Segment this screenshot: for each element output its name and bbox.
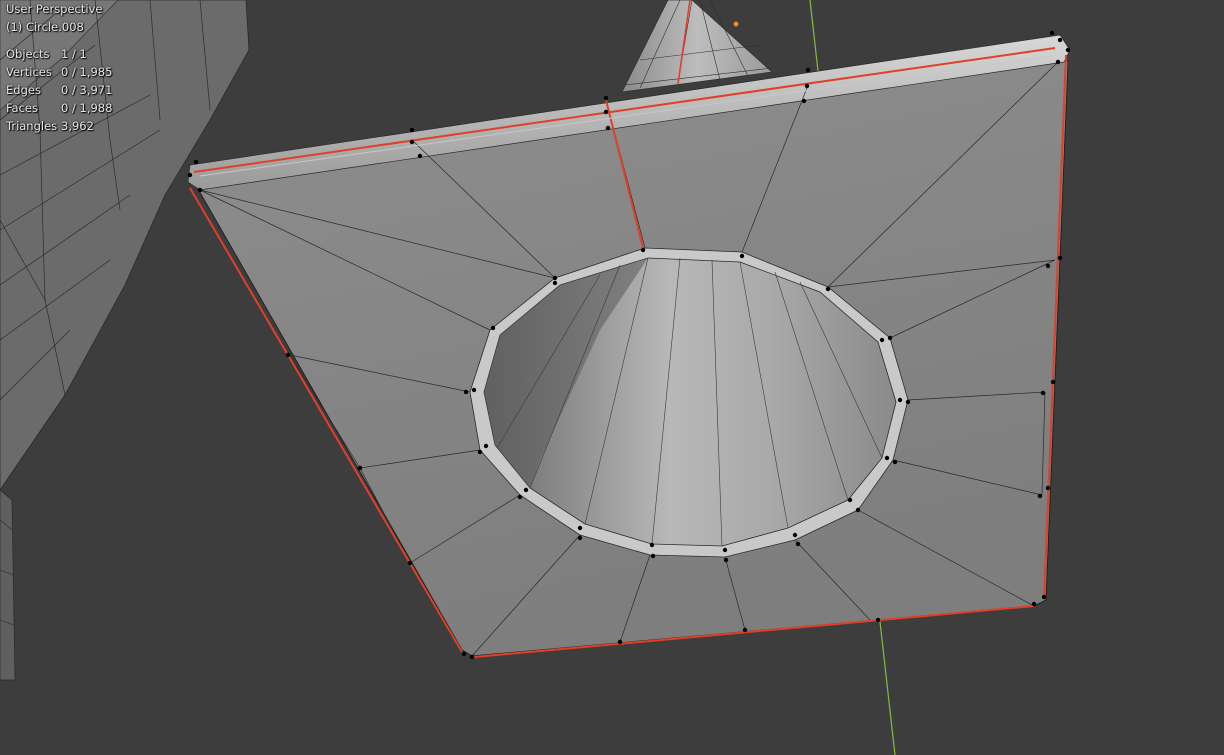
stat-row-triangles: Triangles 3,962 bbox=[6, 117, 112, 135]
active-object-name: (1) Circle.008 bbox=[6, 20, 84, 34]
stat-label: Triangles bbox=[6, 119, 58, 133]
stat-value: 0 / 1,988 bbox=[61, 101, 113, 115]
stat-label: Vertices bbox=[6, 65, 52, 79]
stat-row-edges: Edges 0 / 3,971 bbox=[6, 81, 112, 99]
stat-row-vertices: Vertices 0 / 1,985 bbox=[6, 63, 112, 81]
stat-value: 0 / 3,971 bbox=[61, 83, 113, 97]
stat-row-objects: Objects 1 / 1 bbox=[6, 45, 112, 63]
stat-value: 1 / 1 bbox=[61, 47, 87, 61]
object-origin-marker[interactable] bbox=[732, 20, 740, 28]
stat-value: 3,962 bbox=[61, 119, 94, 133]
stat-row-faces: Faces 0 / 1,988 bbox=[6, 99, 112, 117]
view-name: User Perspective bbox=[6, 2, 103, 16]
stat-label: Objects bbox=[6, 47, 50, 61]
stat-label: Faces bbox=[6, 101, 38, 115]
3d-viewport[interactable]: User Perspective (1) Circle.008 Objects … bbox=[0, 0, 1224, 755]
viewport-info-overlay: User Perspective (1) Circle.008 Objects … bbox=[6, 0, 112, 135]
stat-value: 0 / 1,985 bbox=[61, 65, 113, 79]
funnel-plate bbox=[187, 34, 1071, 658]
mesh-scene[interactable] bbox=[0, 0, 1224, 755]
stat-label: Edges bbox=[6, 83, 41, 97]
spout-cone bbox=[621, 0, 773, 93]
